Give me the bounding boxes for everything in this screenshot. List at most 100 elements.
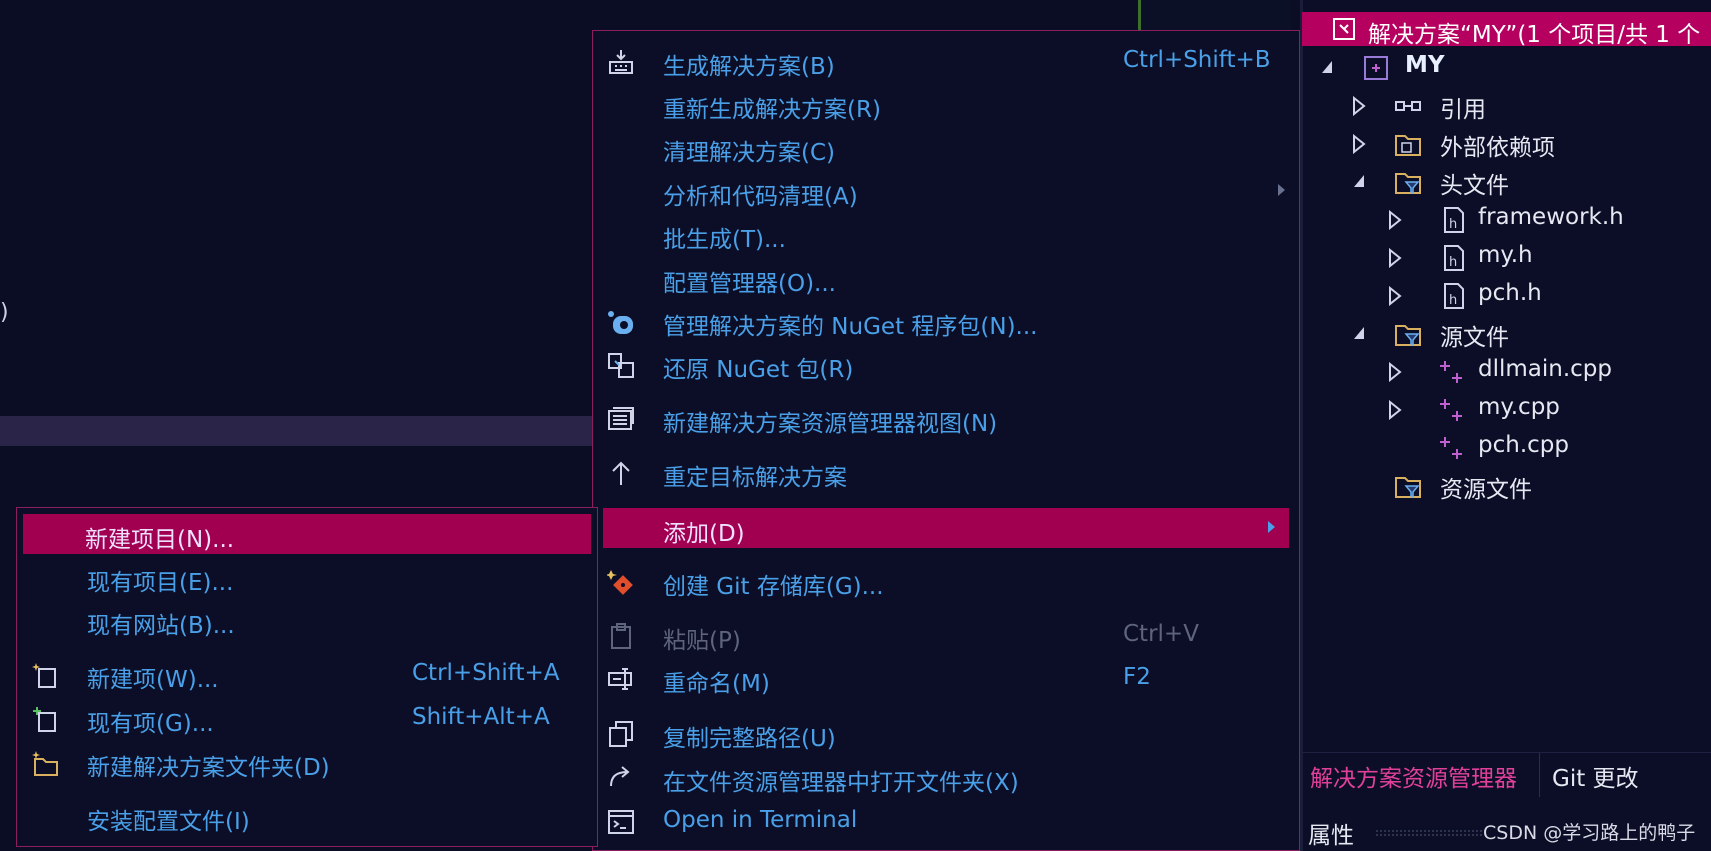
solution-title: 解决方案“MY”(1 个项目/共 1 个 [1368, 22, 1701, 48]
retarget-icon [612, 461, 630, 485]
node-external-deps[interactable]: 外部依赖项 [1352, 126, 1710, 162]
menu-item-label: 添加(D) [663, 521, 745, 547]
menu-item-label: 安装配置文件(I) [87, 809, 250, 835]
node-label: 资源文件 [1440, 477, 1532, 503]
menu-item-analyze-cleanup[interactable]: 分析和代码清理(A) [593, 171, 1299, 211]
open-folder-icon [610, 766, 630, 787]
node-label: pch.h [1478, 280, 1542, 306]
node-label: framework.h [1478, 204, 1624, 230]
menu-item-shortcut: F2 [1123, 664, 1151, 690]
menu-item-manage-nuget[interactable]: 管理解决方案的 NuGet 程序包(N)... [593, 301, 1299, 341]
project-node-my[interactable]: MY [1320, 50, 1710, 86]
node-references[interactable]: 引用 [1352, 88, 1710, 124]
expand-arrow-icon[interactable] [1388, 248, 1402, 268]
node-label: 引用 [1440, 97, 1486, 123]
restore-icon [608, 353, 634, 378]
submenu-arrow-icon [1278, 184, 1285, 196]
menu-item-label: 批生成(T)... [663, 227, 786, 253]
node-resource-files[interactable]: 资源文件 [1352, 468, 1710, 504]
node-my-h[interactable]: h my.h [1388, 240, 1710, 276]
menu-item-new-explorer-view[interactable]: 新建解决方案资源管理器视图(N) [593, 398, 1299, 438]
menu-item-paste[interactable]: 粘贴(P) Ctrl+V [593, 615, 1299, 655]
node-source-files[interactable]: 源文件 [1352, 316, 1710, 352]
menu-item-shortcut: Ctrl+V [1123, 621, 1199, 647]
tab-git-changes[interactable]: Git 更改 [1552, 759, 1639, 793]
menu-item-label: 现有项目(E)... [87, 570, 234, 596]
menu-item-label: 现有项(G)... [87, 711, 214, 737]
menu-item-rename[interactable]: 重命名(M) F2 [593, 658, 1299, 698]
watermark: CSDN @学习路上的鸭子 [1483, 822, 1696, 844]
menu-item-label: 新建项(W)... [87, 667, 219, 693]
node-label: dllmain.cpp [1478, 356, 1613, 382]
panel-grip[interactable] [1375, 829, 1485, 837]
tab-solution-explorer[interactable]: 解决方案资源管理器 [1310, 759, 1517, 793]
collapse-arrow-icon[interactable] [1352, 172, 1366, 190]
menu-item-new-item[interactable]: 新建项(W)... Ctrl+Shift+A [17, 654, 597, 694]
node-dllmain-cpp[interactable]: dllmain.cpp [1388, 354, 1710, 390]
node-my-cpp[interactable]: my.cpp [1388, 392, 1710, 428]
filter-folder-icon [1395, 173, 1421, 195]
node-label: pch.cpp [1478, 432, 1569, 458]
node-header-files[interactable]: 头文件 [1352, 164, 1710, 200]
filter-folder-icon [1395, 325, 1421, 347]
collapse-arrow-icon[interactable] [1352, 324, 1366, 342]
expand-arrow-icon[interactable] [1388, 362, 1402, 382]
expand-arrow-icon[interactable] [1352, 96, 1366, 116]
menu-item-retarget-solution[interactable]: 重定目标解决方案 [593, 452, 1299, 492]
current-line-highlight [0, 416, 600, 446]
node-pch-cpp[interactable]: pch.cpp [1388, 430, 1710, 466]
menu-item-add[interactable]: 添加(D) [603, 508, 1289, 548]
menu-item-shortcut: Shift+Alt+A [412, 704, 550, 730]
expand-arrow-icon[interactable] [1388, 286, 1402, 306]
menu-item-install-config[interactable]: 安装配置文件(I) [17, 796, 597, 836]
editor-text: ) [0, 300, 9, 325]
node-label: MY [1405, 52, 1445, 78]
menu-item-open-in-explorer[interactable]: 在文件资源管理器中打开文件夹(X) [593, 757, 1299, 797]
menu-item-batch-build[interactable]: 批生成(T)... [593, 214, 1299, 254]
cpp-project-icon [1364, 56, 1388, 80]
expand-arrow-icon[interactable] [1388, 210, 1402, 230]
expand-arrow-icon[interactable] [1352, 134, 1366, 154]
node-framework-h[interactable]: h framework.h [1388, 202, 1710, 238]
menu-item-label: 创建 Git 存储库(G)... [663, 574, 884, 600]
menu-item-label: 管理解决方案的 NuGet 程序包(N)... [663, 314, 1038, 340]
submenu-arrow-icon [1268, 521, 1275, 533]
menu-item-existing-project[interactable]: 现有项目(E)... [17, 557, 597, 597]
cpp-file-icon [1440, 361, 1462, 383]
menu-item-label: 现有网站(B)... [87, 613, 235, 639]
menu-item-label: 新建解决方案资源管理器视图(N) [663, 411, 998, 437]
collapse-arrow-icon[interactable] [1320, 58, 1334, 76]
menu-item-label: 重定目标解决方案 [663, 465, 847, 491]
menu-item-new-project[interactable]: 新建项目(N)... [23, 514, 591, 554]
menu-item-existing-item[interactable]: 现有项(G)... Shift+Alt+A [17, 698, 597, 738]
menu-item-rebuild-solution[interactable]: 重新生成解决方案(R) [593, 84, 1299, 124]
cpp-file-icon [1440, 437, 1462, 459]
menu-item-restore-nuget[interactable]: 还原 NuGet 包(R) [593, 344, 1299, 384]
solution-context-menu: 生成解决方案(B) Ctrl+Shift+B 重新生成解决方案(R) 清理解决方… [592, 30, 1300, 851]
tab-divider [1539, 753, 1540, 797]
menu-item-existing-website[interactable]: 现有网站(B)... [17, 600, 597, 640]
menu-item-config-manager[interactable]: 配置管理器(O)... [593, 258, 1299, 298]
menu-item-label: 配置管理器(O)... [663, 271, 836, 297]
menu-item-open-terminal[interactable]: Open in Terminal [593, 801, 1299, 841]
svg-text:h: h [1449, 255, 1457, 270]
node-label: 外部依赖项 [1440, 135, 1555, 161]
expand-arrow-icon[interactable] [1388, 400, 1402, 420]
menu-item-label: 分析和代码清理(A) [663, 184, 858, 210]
menu-item-new-solution-folder[interactable]: 新建解决方案文件夹(D) [17, 742, 597, 782]
node-pch-h[interactable]: h pch.h [1388, 278, 1710, 314]
header-file-icon: h [1444, 283, 1464, 309]
menu-item-label: 新建解决方案文件夹(D) [87, 755, 330, 781]
menu-item-clean-solution[interactable]: 清理解决方案(C) [593, 127, 1299, 167]
solution-icon [1333, 18, 1355, 40]
solution-node[interactable]: 解决方案“MY”(1 个项目/共 1 个 [1302, 12, 1711, 48]
menu-item-label: 生成解决方案(B) [663, 54, 835, 80]
menu-item-label: 粘贴(P) [663, 628, 741, 654]
menu-item-build-solution[interactable]: 生成解决方案(B) Ctrl+Shift+B [593, 41, 1299, 81]
node-label: 源文件 [1440, 325, 1509, 351]
menu-item-copy-full-path[interactable]: 复制完整路径(U) [593, 713, 1299, 753]
menu-item-create-git-repo[interactable]: 创建 Git 存储库(G)... [593, 561, 1299, 601]
new-folder-icon [32, 751, 58, 776]
properties-panel-title[interactable]: 属性 [1308, 816, 1354, 850]
add-submenu: 新建项目(N)... 现有项目(E)... 现有网站(B)... 新建项(W).… [16, 507, 598, 847]
